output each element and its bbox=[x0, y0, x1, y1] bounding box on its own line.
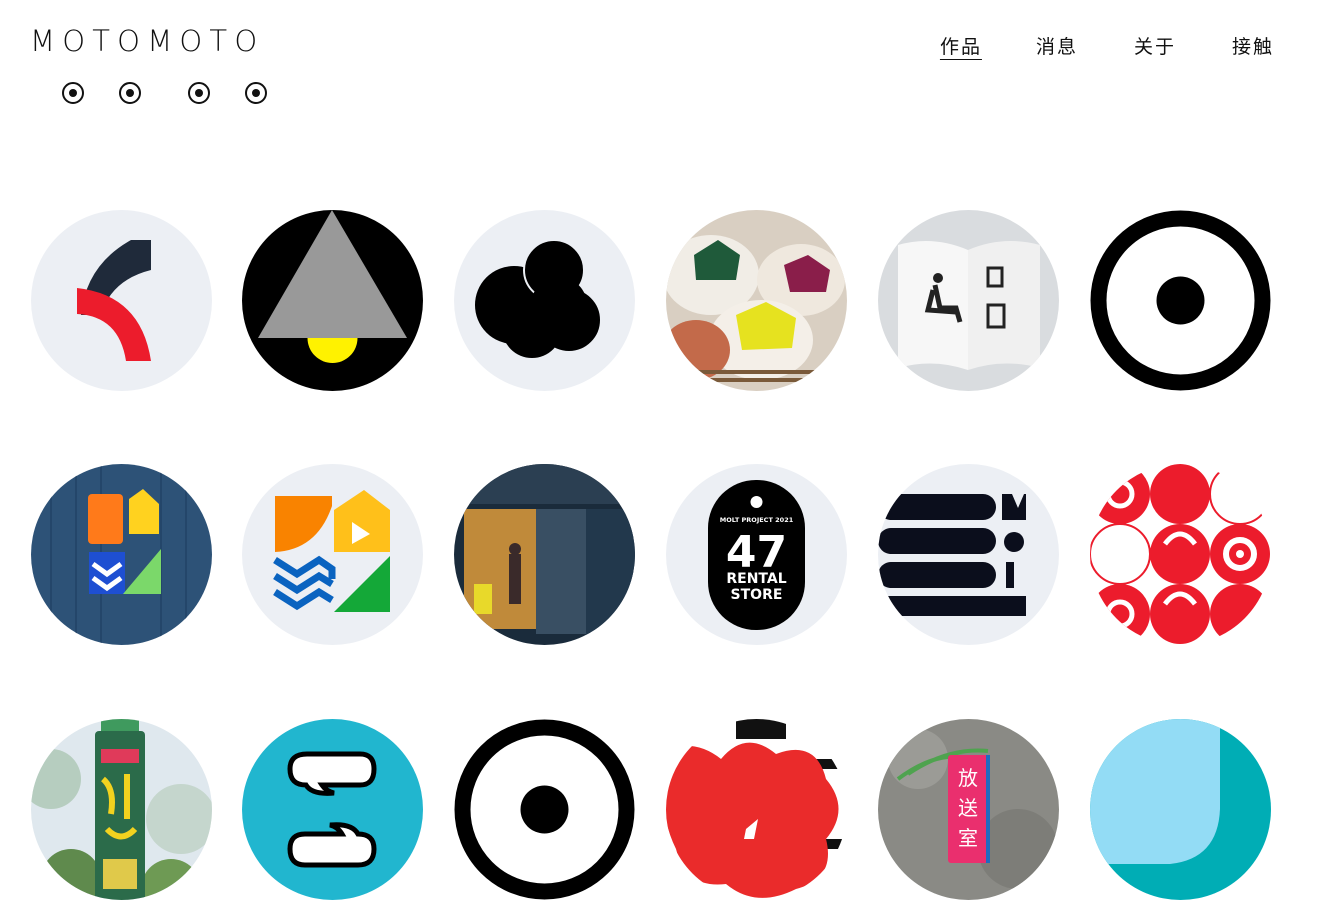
tag-top-text: MOLT PROJECT 2021 bbox=[720, 516, 794, 524]
work-pudding-photo[interactable] bbox=[666, 210, 847, 391]
logo-dots bbox=[62, 82, 282, 110]
logo-dot-icon bbox=[188, 82, 210, 104]
work-black-dot-ring-2[interactable] bbox=[454, 719, 635, 900]
work-black-dot-ring[interactable] bbox=[1090, 210, 1271, 391]
broadcast-room-sign-graphic: 放 送 室 bbox=[878, 719, 1059, 900]
site-logo[interactable]: MOTOMOTO bbox=[30, 26, 280, 116]
colorful-shapes-graphic bbox=[242, 464, 423, 645]
work-neon-sign-photo[interactable] bbox=[31, 464, 212, 645]
pictogram-book-graphic bbox=[878, 210, 1059, 391]
cyan-curve-graphic bbox=[1090, 719, 1271, 900]
work-broadcast-room-sign[interactable]: 放 送 室 bbox=[878, 719, 1059, 900]
work-black-blob[interactable] bbox=[454, 210, 635, 391]
tag-line2: STORE bbox=[731, 587, 783, 603]
work-red-navy-arc[interactable] bbox=[31, 210, 212, 391]
black-dot-ring-2-graphic bbox=[454, 719, 635, 900]
logo-dot-icon bbox=[245, 82, 267, 104]
nav-news[interactable]: 消息 bbox=[1036, 32, 1078, 59]
pudding-photo-graphic bbox=[666, 210, 847, 391]
speech-bubbles-graphic bbox=[242, 719, 423, 900]
work-bottle-photo[interactable] bbox=[31, 719, 212, 900]
black-blob-graphic bbox=[454, 210, 635, 391]
sign-char-1: 放 bbox=[958, 766, 978, 790]
mol-stripes-graphic bbox=[878, 464, 1059, 645]
logo-wordmark: MOTOMOTO bbox=[30, 24, 265, 58]
work-cyan-curve[interactable] bbox=[1090, 719, 1271, 900]
nav-contact[interactable]: 接触 bbox=[1232, 32, 1274, 59]
red-shape-poster-graphic bbox=[666, 719, 847, 900]
nav-works[interactable]: 作品 bbox=[940, 32, 982, 59]
rental-store-tag-graphic: MOLT PROJECT 2021 47 RENTAL STORE bbox=[666, 464, 847, 645]
work-colorful-shapes-logo[interactable] bbox=[242, 464, 423, 645]
black-dot-ring-graphic bbox=[1090, 210, 1271, 391]
work-pictogram-book[interactable] bbox=[878, 210, 1059, 391]
neon-sign-photo-graphic bbox=[31, 464, 212, 645]
work-lamp-triangle[interactable] bbox=[242, 210, 423, 391]
red-navy-arc-graphic bbox=[31, 210, 212, 391]
sign-char-2: 送 bbox=[958, 796, 978, 820]
logo-dot-icon bbox=[62, 82, 84, 104]
work-mol-stripes[interactable] bbox=[878, 464, 1059, 645]
tag-line1: RENTAL bbox=[726, 571, 786, 587]
work-storefront-photo[interactable] bbox=[454, 464, 635, 645]
lamp-triangle-graphic bbox=[242, 210, 423, 391]
bottle-photo-graphic bbox=[31, 719, 212, 900]
work-red-swirl-pattern[interactable] bbox=[1090, 464, 1271, 645]
red-swirl-pattern-graphic bbox=[1090, 464, 1271, 645]
main-nav: 作品 消息 关于 接触 bbox=[940, 32, 1274, 59]
work-red-shape-poster[interactable] bbox=[666, 719, 847, 900]
logo-dot-icon bbox=[119, 82, 141, 104]
work-47-rental-store[interactable]: MOLT PROJECT 2021 47 RENTAL STORE bbox=[666, 464, 847, 645]
nav-about[interactable]: 关于 bbox=[1134, 32, 1176, 59]
sign-char-3: 室 bbox=[958, 826, 978, 850]
work-speech-bubbles[interactable] bbox=[242, 719, 423, 900]
storefront-photo-graphic bbox=[454, 464, 635, 645]
